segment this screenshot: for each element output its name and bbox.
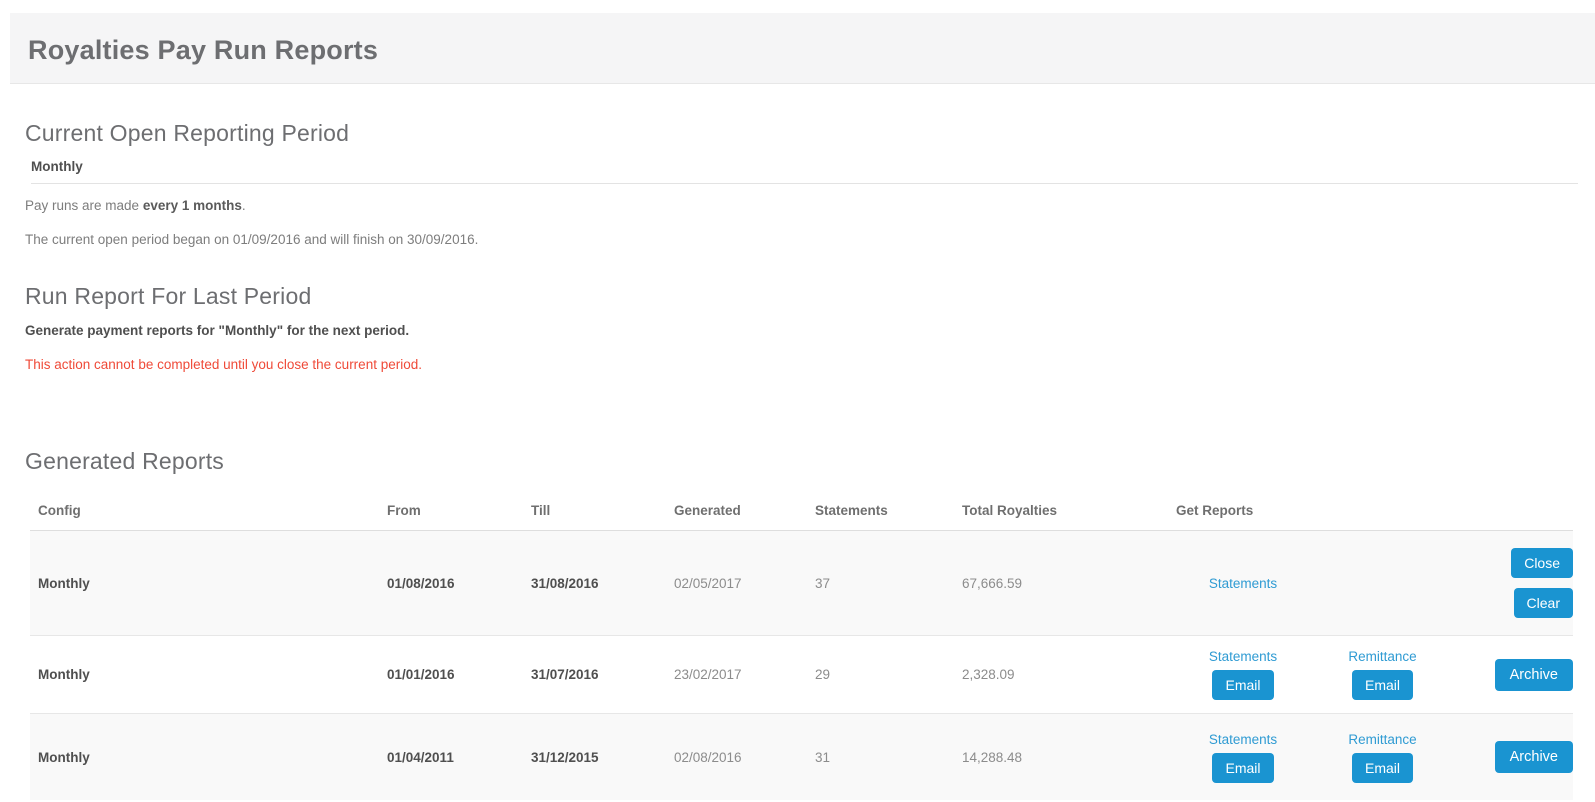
cell-till: 31/07/2016 (531, 667, 674, 682)
page-title: Royalties Pay Run Reports (28, 35, 1575, 66)
email-statements-button[interactable]: Email (1212, 670, 1273, 700)
statements-link[interactable]: Statements (1209, 576, 1277, 591)
cell-statements-count: 37 (815, 576, 962, 591)
cell-till: 31/12/2015 (531, 750, 674, 765)
generated-reports-heading: Generated Reports (25, 448, 1578, 475)
cell-statements-count: 29 (815, 667, 962, 682)
page-content: Current Open Reporting Period Monthly Pa… (10, 120, 1595, 802)
table-row: Monthly 01/04/2011 31/12/2015 02/08/2016… (30, 714, 1573, 800)
frequency-suffix: . (242, 198, 246, 213)
cell-get-reports-remittance: Remittance Email (1310, 732, 1455, 783)
column-header-total-royalties: Total Royalties (962, 503, 1176, 518)
cell-from: 01/08/2016 (387, 576, 531, 591)
cell-from: 01/04/2011 (387, 750, 531, 765)
frequency-prefix: Pay runs are made (25, 198, 143, 213)
cell-actions: Close Clear (1455, 548, 1573, 618)
run-report-heading: Run Report For Last Period (25, 283, 1578, 310)
cell-generated: 23/02/2017 (674, 667, 815, 682)
email-remittance-button[interactable]: Email (1352, 753, 1413, 783)
cell-total-royalties: 14,288.48 (962, 750, 1176, 765)
current-period-heading: Current Open Reporting Period (25, 120, 1578, 147)
pay-run-frequency-text: Pay runs are made every 1 months. (25, 198, 1578, 213)
column-header-till: Till (531, 503, 674, 518)
page-container: Royalties Pay Run Reports Current Open R… (10, 13, 1595, 802)
cell-statements-count: 31 (815, 750, 962, 765)
column-header-config: Config (30, 503, 387, 518)
column-header-get-reports: Get Reports (1176, 503, 1573, 518)
table-row: Monthly 01/01/2016 31/07/2016 23/02/2017… (30, 636, 1573, 714)
frequency-value: every 1 months (143, 198, 242, 213)
table-header-row: Config From Till Generated Statements To… (30, 489, 1573, 531)
archive-button[interactable]: Archive (1495, 741, 1573, 773)
cell-get-reports-remittance: Remittance Email (1310, 649, 1455, 700)
column-header-statements: Statements (815, 503, 962, 518)
run-report-description: Generate payment reports for "Monthly" f… (25, 323, 1578, 338)
page-header-bar: Royalties Pay Run Reports (10, 13, 1595, 84)
table-row: Monthly 01/08/2016 31/08/2016 02/05/2017… (30, 531, 1573, 636)
cell-from: 01/01/2016 (387, 667, 531, 682)
cell-total-royalties: 67,666.59 (962, 576, 1176, 591)
column-header-generated: Generated (674, 503, 815, 518)
cell-generated: 02/08/2016 (674, 750, 815, 765)
cell-total-royalties: 2,328.09 (962, 667, 1176, 682)
remittance-link[interactable]: Remittance (1348, 649, 1416, 664)
cell-actions: Archive (1455, 659, 1573, 691)
clear-button[interactable]: Clear (1514, 588, 1573, 618)
statements-link[interactable]: Statements (1209, 732, 1277, 747)
remittance-link[interactable]: Remittance (1348, 732, 1416, 747)
current-config-name: Monthly (31, 159, 1578, 184)
email-statements-button[interactable]: Email (1212, 753, 1273, 783)
run-report-warning: This action cannot be completed until yo… (25, 357, 1578, 372)
close-button[interactable]: Close (1511, 548, 1573, 578)
cell-get-reports-statements: Statements (1176, 576, 1310, 591)
statements-link[interactable]: Statements (1209, 649, 1277, 664)
generated-reports-table: Config From Till Generated Statements To… (30, 489, 1573, 800)
cell-till: 31/08/2016 (531, 576, 674, 591)
cell-config: Monthly (30, 667, 387, 682)
open-period-dates-text: The current open period began on 01/09/2… (25, 232, 1578, 247)
archive-button[interactable]: Archive (1495, 659, 1573, 691)
cell-get-reports-statements: Statements Email (1176, 732, 1310, 783)
cell-get-reports-statements: Statements Email (1176, 649, 1310, 700)
cell-actions: Archive (1455, 741, 1573, 773)
cell-config: Monthly (30, 750, 387, 765)
email-remittance-button[interactable]: Email (1352, 670, 1413, 700)
cell-config: Monthly (30, 576, 387, 591)
column-header-from: From (387, 503, 531, 518)
cell-generated: 02/05/2017 (674, 576, 815, 591)
